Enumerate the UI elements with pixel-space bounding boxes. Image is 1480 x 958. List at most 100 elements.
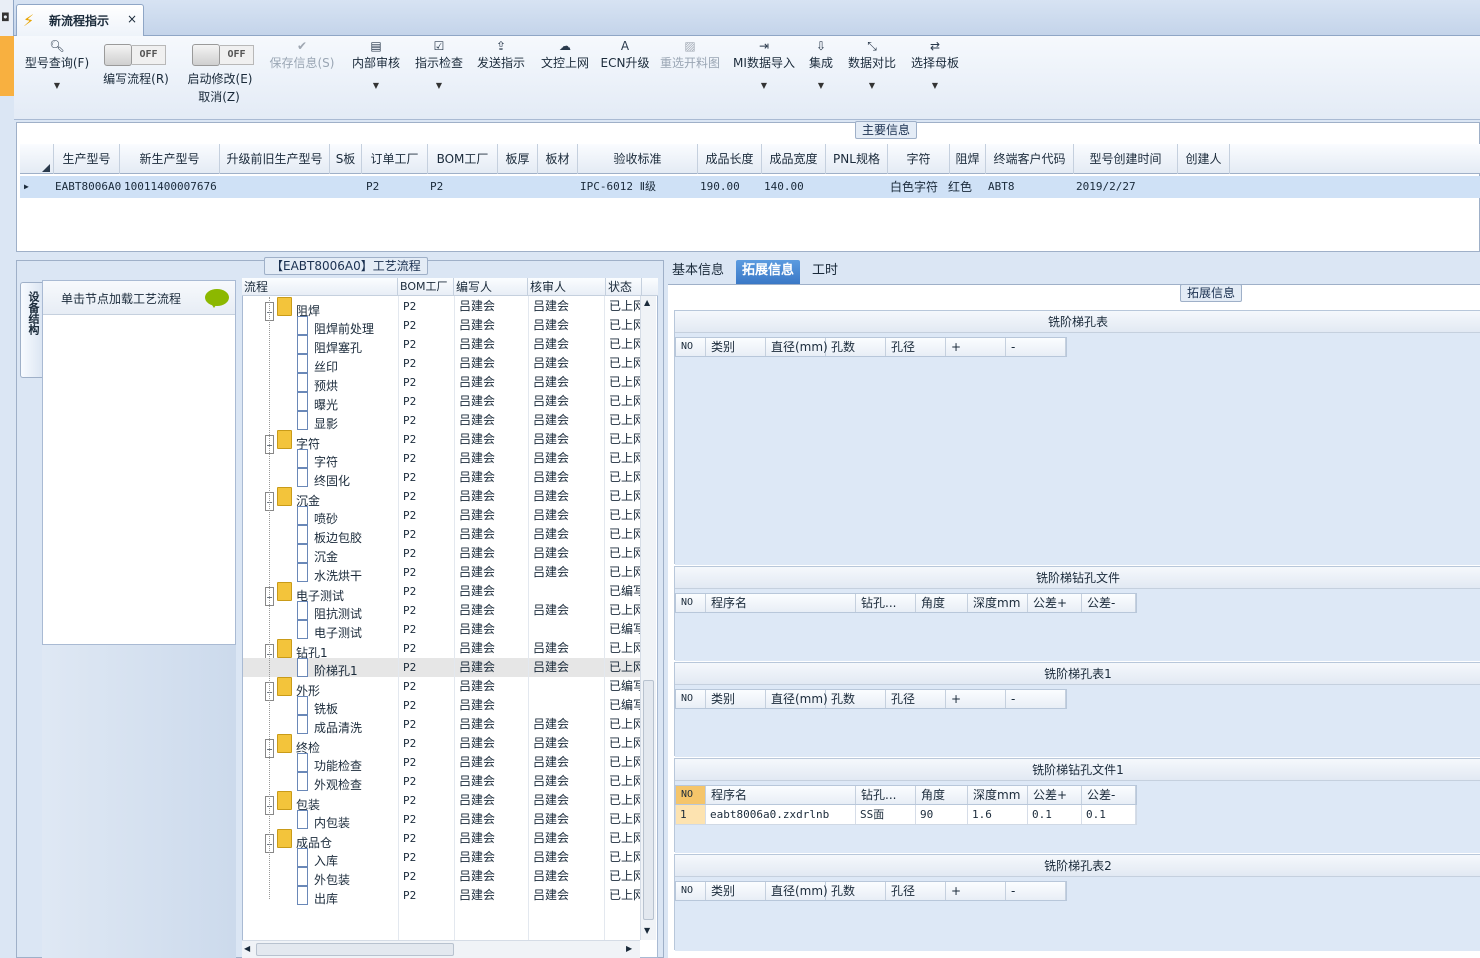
dropdown-arrow-icon[interactable]: ▼ [730, 81, 798, 90]
tree-row[interactable]: 电子测试 P2 吕建会 已编写 [243, 620, 645, 640]
col-header[interactable]: 公差+ [1028, 786, 1082, 804]
reselect-cut-button[interactable]: ▨ 重选开料图 [658, 38, 722, 71]
dropdown-arrow-icon[interactable]: ▼ [846, 81, 898, 90]
col-header[interactable]: 类别 [706, 882, 766, 900]
col-header[interactable]: BOM工厂 [428, 144, 498, 174]
col-header[interactable]: 验收标准 [578, 144, 698, 174]
col-header[interactable]: 程序名 [706, 786, 856, 804]
save-info-button[interactable]: ✔ 保存信息(S) [266, 38, 338, 71]
col-header[interactable]: 成品宽度 [762, 144, 826, 174]
col-header[interactable]: 成品长度 [698, 144, 762, 174]
dropdown-arrow-icon[interactable]: ▼ [908, 81, 962, 90]
col-header[interactable]: 直径(mm) [766, 690, 828, 708]
model-query-button[interactable]: 🔍︎ 型号查询(F) ▼ [22, 38, 92, 90]
dropdown-arrow-icon[interactable]: ▼ [412, 81, 466, 90]
tab-extended-info[interactable]: 拓展信息 [736, 260, 801, 284]
col-header[interactable]: 公差- [1082, 786, 1136, 804]
dropdown-arrow-icon[interactable]: ▼ [22, 81, 92, 90]
tree-row[interactable]: 阻焊前处理 P2 吕建会 吕建会 已上网 [243, 316, 645, 336]
col-header[interactable]: S板 [330, 144, 362, 174]
tree-row[interactable]: 水洗烘干 P2 吕建会 吕建会 已上网 [243, 563, 645, 583]
col-header[interactable]: 终端客户代码 [986, 144, 1074, 174]
col-header[interactable]: 流程 [242, 278, 398, 296]
col-header[interactable]: 板厚 [498, 144, 538, 174]
col-header[interactable]: 钻孔... [856, 594, 916, 612]
col-header[interactable]: 直径(mm) [766, 882, 828, 900]
tree-row[interactable]: 外包装 P2 吕建会 吕建会 已上网 [243, 867, 645, 887]
close-icon[interactable]: × [127, 12, 137, 26]
col-header[interactable]: 订单工厂 [362, 144, 428, 174]
tree-row[interactable]: 阻抗测试 P2 吕建会 吕建会 已上网 [243, 601, 645, 621]
col-header[interactable]: 类别 [706, 338, 766, 356]
col-header[interactable]: 字符 [888, 144, 950, 174]
select-master-button[interactable]: ⇄ 选择母板 ▼ [908, 38, 962, 90]
tree-horizontal-scrollbar[interactable]: ◀ ▶ [242, 940, 640, 958]
col-header[interactable]: 深度mm [968, 786, 1028, 804]
col-header[interactable]: PNL规格 [826, 144, 888, 174]
col-header[interactable]: - [1006, 882, 1066, 900]
tree-row[interactable]: 预烘 P2 吕建会 吕建会 已上网 [243, 373, 645, 393]
col-header[interactable]: + [946, 882, 1006, 900]
send-indicate-button[interactable]: ⇪ 发送指示 [474, 38, 528, 71]
col-header[interactable]: 钻孔... [856, 786, 916, 804]
col-header[interactable]: 型号创建时间 [1074, 144, 1178, 174]
dropdown-arrow-icon[interactable]: ▼ [348, 81, 404, 90]
col-header[interactable]: 孔径 [886, 882, 946, 900]
table-row[interactable]: ▶ EABT8006A0 10011400007676 P2 P2 IPC-60… [20, 176, 1480, 198]
tree-row[interactable]: − 终检 P2 吕建会 吕建会 已上网 [243, 734, 645, 758]
col-header[interactable]: 公差+ [1028, 594, 1082, 612]
col-header[interactable]: 孔数 [826, 338, 886, 356]
tab-work-hours[interactable]: 工时 [806, 260, 844, 284]
scroll-up-icon[interactable]: ▲ [644, 298, 650, 307]
col-header[interactable]: BOM工厂 [398, 278, 454, 296]
side-panel-header[interactable]: 单击节点加载工艺流程 [43, 281, 235, 315]
tree-row[interactable]: 出库 P2 吕建会 吕建会 已上网 [243, 886, 645, 906]
tree-row[interactable]: 喷砂 P2 吕建会 吕建会 已上网 [243, 506, 645, 526]
document-tab[interactable]: ⚡ 新流程指示 × [16, 4, 144, 36]
tree-row[interactable]: 丝印 P2 吕建会 吕建会 已上网 [243, 354, 645, 374]
col-header[interactable]: 状态 [606, 278, 642, 296]
tab-equipment-structure[interactable]: 设备结构 [20, 282, 42, 378]
col-header[interactable]: 编写人 [454, 278, 528, 296]
col-header[interactable]: NO [676, 690, 706, 708]
col-header[interactable]: 阻焊 [950, 144, 986, 174]
tree-row[interactable]: 内包装 P2 吕建会 吕建会 已上网 [243, 810, 645, 830]
tree-row[interactable]: 入库 P2 吕建会 吕建会 已上网 [243, 848, 645, 868]
tree-vertical-scrollbar[interactable]: ▲ ▼ [640, 296, 656, 940]
col-header[interactable]: 创建人 [1178, 144, 1230, 174]
col-header[interactable]: 角度 [916, 786, 968, 804]
tree-row[interactable]: 成品清洗 P2 吕建会 吕建会 已上网 [243, 715, 645, 735]
mi-import-button[interactable]: ⇥ MI数据导入 ▼ [730, 38, 798, 90]
start-modify-toggle[interactable]: OFF [192, 44, 254, 66]
col-header[interactable]: 深度mm [968, 594, 1028, 612]
tree-row[interactable]: 沉金 P2 吕建会 吕建会 已上网 [243, 544, 645, 564]
tree-row[interactable]: − 阻焊 P2 吕建会 吕建会 已上网 [243, 297, 645, 321]
scroll-down-icon[interactable]: ▼ [644, 926, 650, 935]
ecn-upgrade-button[interactable]: A ECN升级 [600, 38, 650, 71]
col-header[interactable]: 公差- [1082, 594, 1136, 612]
col-header[interactable]: NO [676, 882, 706, 900]
tree-row[interactable]: − 电子测试 P2 吕建会 已编写 [243, 582, 645, 606]
tree-row[interactable]: − 钻孔1 P2 吕建会 吕建会 已上网 [243, 639, 645, 663]
integrate-button[interactable]: ⇩ 集成 ▼ [804, 38, 838, 90]
cancel-button[interactable]: 取消(Z) [194, 88, 244, 105]
scroll-left-icon[interactable]: ◀ [244, 944, 250, 953]
col-header[interactable]: NO [676, 338, 706, 356]
tree-row[interactable]: 阻焊塞孔 P2 吕建会 吕建会 已上网 [243, 335, 645, 355]
col-header[interactable]: NO [676, 786, 706, 804]
tree-row[interactable]: − 沉金 P2 吕建会 吕建会 已上网 [243, 487, 645, 511]
tree-row[interactable]: − 外形 P2 吕建会 已编写 [243, 677, 645, 701]
col-header[interactable]: - [1006, 690, 1066, 708]
tree-row[interactable]: − 成品仓 P2 吕建会 吕建会 已上网 [243, 829, 645, 853]
col-header[interactable]: 板材 [538, 144, 578, 174]
tree-row[interactable]: 显影 P2 吕建会 吕建会 已上网 [243, 411, 645, 431]
col-header[interactable]: 孔径 [886, 690, 946, 708]
col-header[interactable]: 类别 [706, 690, 766, 708]
col-header[interactable]: 升级前旧生产型号 [220, 144, 330, 174]
collapsed-left-tab[interactable]: ◘ [0, 0, 14, 36]
tab-basic-info[interactable]: 基本信息 [666, 260, 730, 284]
col-header[interactable]: 孔数 [826, 690, 886, 708]
scroll-right-icon[interactable]: ▶ [626, 944, 632, 953]
grid-corner[interactable] [20, 144, 54, 174]
tree-row[interactable]: 阶梯孔1 P2 吕建会 吕建会 已上网 [243, 658, 645, 678]
